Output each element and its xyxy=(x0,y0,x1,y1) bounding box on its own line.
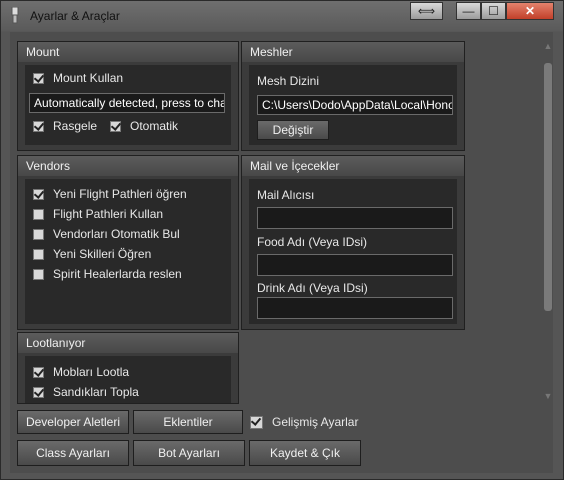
checkbox-box[interactable] xyxy=(33,386,44,398)
settings-window: Ayarlar & Araçlar ⟺ — ☐ ✕ Mount Mount Ku… xyxy=(0,0,564,480)
close-button[interactable]: ✕ xyxy=(506,2,554,20)
vertical-scrollbar[interactable]: ▲ ▼ xyxy=(542,41,554,403)
plugins-button[interactable]: Eklentiler xyxy=(133,410,243,434)
checkbox-box[interactable] xyxy=(33,228,44,240)
checkbox-box[interactable] xyxy=(33,208,44,220)
vendor-option-find-vendors[interactable]: Vendorları Otomatik Bul xyxy=(33,225,180,243)
use-mount-checkbox[interactable]: Mount Kullan xyxy=(33,69,123,87)
window-title: Ayarlar & Araçlar xyxy=(30,9,120,23)
bot-settings-button[interactable]: Bot Ayarları xyxy=(133,440,245,466)
drink-name-label: Drink Adı (Veya IDsi) xyxy=(257,281,368,295)
advanced-settings-checkbox[interactable]: Gelişmiş Ayarlar xyxy=(250,413,358,431)
drink-name-input[interactable] xyxy=(257,297,453,319)
scroll-up-icon[interactable]: ▲ xyxy=(542,41,554,51)
vendor-option-label: Vendorları Otomatik Bul xyxy=(53,227,180,241)
random-label: Rasgele xyxy=(53,119,98,133)
mail-panel-body: Mail Alıcısı Food Adı (Veya IDsi) Drink … xyxy=(249,179,457,324)
loot-panel-title: Lootlanıyor xyxy=(18,333,238,353)
change-dir-button[interactable]: Değiştir xyxy=(257,120,329,140)
mail-panel: Mail ve İçecekler Mail Alıcısı Food Adı … xyxy=(241,155,465,330)
save-exit-button[interactable]: Kaydet & Çık xyxy=(249,440,361,466)
checkbox-box[interactable] xyxy=(110,120,121,132)
mount-panel: Mount Mount Kullan Automatically detecte… xyxy=(17,41,239,151)
vendor-option-label: Yeni Flight Pathleri öğren xyxy=(53,187,187,201)
mount-panel-body: Mount Kullan Automatically detected, pre… xyxy=(25,65,231,145)
minimize-button[interactable]: — xyxy=(456,2,481,20)
vendor-option-spirit-healer[interactable]: Spirit Healerlarda reslen xyxy=(33,265,182,283)
mail-recipient-input[interactable] xyxy=(257,207,453,229)
vendors-panel-body: Yeni Flight Pathleri öğren Flight Pathle… xyxy=(25,179,231,324)
checkbox-box[interactable] xyxy=(250,415,263,429)
collect-chests-label: Sandıkları Topla xyxy=(53,385,139,399)
vendor-option-label: Spirit Healerlarda reslen xyxy=(53,267,182,281)
mount-field[interactable]: Automatically detected, press to change xyxy=(29,93,225,113)
mesh-dir-field[interactable]: C:\Users\Dodo\AppData\Local\Honorbuddy xyxy=(257,95,453,115)
use-mount-label: Mount Kullan xyxy=(53,71,124,85)
meshes-panel-title: Meshler xyxy=(242,42,464,62)
meshes-panel: Meshler Mesh Dizini C:\Users\Dodo\AppDat… xyxy=(241,41,465,151)
checkbox-box[interactable] xyxy=(33,72,44,84)
loot-panel-body: Mobları Lootla Sandıkları Topla xyxy=(25,356,231,403)
loot-panel: Lootlanıyor Mobları Lootla Sandıkları To… xyxy=(17,332,239,404)
maximize-button[interactable]: ☐ xyxy=(481,2,506,20)
collect-chests-checkbox[interactable]: Sandıkları Topla xyxy=(33,383,139,401)
app-icon xyxy=(11,7,19,24)
checkbox-box[interactable] xyxy=(33,248,44,260)
vendor-option-learn-flight-paths[interactable]: Yeni Flight Pathleri öğren xyxy=(33,185,187,203)
settings-content: Mount Mount Kullan Automatically detecte… xyxy=(10,32,553,473)
mount-panel-title: Mount xyxy=(18,42,238,62)
meshes-panel-body: Mesh Dizini C:\Users\Dodo\AppData\Local\… xyxy=(249,65,457,145)
vendors-panel: Vendors Yeni Flight Pathleri öğren Fligh… xyxy=(17,155,239,330)
developer-tools-button[interactable]: Developer Aletleri xyxy=(17,410,129,434)
checkbox-box[interactable] xyxy=(33,120,44,132)
mail-panel-title: Mail ve İçecekler xyxy=(242,156,464,176)
food-name-label: Food Adı (Veya IDsi) xyxy=(257,235,368,249)
vendor-option-use-flight-paths[interactable]: Flight Pathleri Kullan xyxy=(33,205,163,223)
loot-mobs-checkbox[interactable]: Mobları Lootla xyxy=(33,363,129,381)
vendor-option-label: Yeni Skilleri Öğren xyxy=(53,247,152,261)
auto-label: Otomatik xyxy=(130,119,179,133)
mail-recipient-label: Mail Alıcısı xyxy=(257,188,315,202)
vendor-option-label: Flight Pathleri Kullan xyxy=(53,207,164,221)
scrollbar-thumb[interactable] xyxy=(544,63,552,311)
mesh-dir-label: Mesh Dizini xyxy=(257,74,320,88)
advanced-settings-label: Gelişmiş Ayarlar xyxy=(272,415,359,429)
checkbox-box[interactable] xyxy=(33,366,44,378)
title-bar[interactable]: Ayarlar & Araçlar ⟺ — ☐ ✕ xyxy=(1,1,563,31)
vendor-option-learn-skills[interactable]: Yeni Skilleri Öğren xyxy=(33,245,151,263)
vendors-panel-title: Vendors xyxy=(18,156,238,176)
loot-mobs-label: Mobları Lootla xyxy=(53,365,130,379)
food-name-input[interactable] xyxy=(257,254,453,276)
class-settings-button[interactable]: Class Ayarları xyxy=(17,440,129,466)
auto-checkbox[interactable]: Otomatik xyxy=(110,117,178,135)
checkbox-box[interactable] xyxy=(33,188,44,200)
random-checkbox[interactable]: Rasgele xyxy=(33,117,97,135)
resize-button[interactable]: ⟺ xyxy=(410,2,443,20)
scroll-down-icon[interactable]: ▼ xyxy=(542,391,554,401)
checkbox-box[interactable] xyxy=(33,268,44,280)
